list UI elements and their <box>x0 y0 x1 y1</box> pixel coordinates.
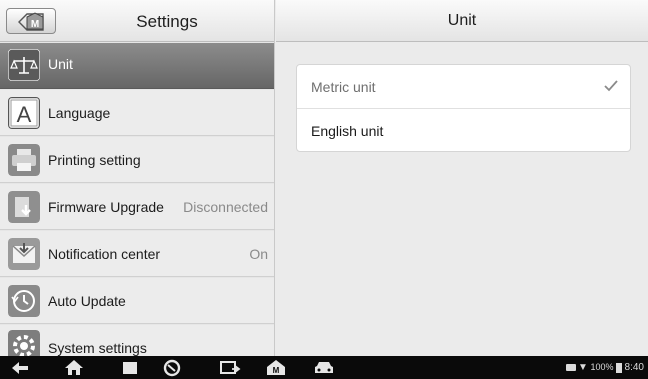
sidebar-item-label: Unit <box>48 56 73 72</box>
option-label: Metric unit <box>311 79 376 95</box>
sidebar-item-label: Firmware Upgrade <box>48 199 164 215</box>
unit-panel: Unit Metric unit English unit <box>276 0 648 356</box>
sidebar-item-firmware-upgrade[interactable]: Firmware Upgrade Disconnected <box>0 184 274 230</box>
option-label: English unit <box>311 123 384 139</box>
wifi-icon: ▼ <box>578 362 588 374</box>
home-icon[interactable] <box>62 358 86 377</box>
maxisys-home-icon: M <box>18 12 44 31</box>
letter-a-icon: A <box>8 97 40 129</box>
sidebar-item-label: Auto Update <box>48 293 126 309</box>
sidebar-item-label: Notification center <box>48 246 161 262</box>
sidebar-item-label: Language <box>48 105 111 121</box>
printer-icon <box>8 144 40 176</box>
option-english-unit[interactable]: English unit <box>297 109 630 153</box>
svg-text:A: A <box>17 102 32 127</box>
system-navbar: M ▼ 100% 8:40 <box>0 356 648 379</box>
svg-text:M: M <box>273 366 280 375</box>
notification-status-value: On <box>249 246 268 262</box>
settings-sidebar: M Settings Unit A Language Printing sett… <box>0 0 275 356</box>
sidebar-header: M Settings <box>0 0 274 42</box>
sidebar-item-unit[interactable]: Unit <box>0 43 274 89</box>
sidebar-item-system-settings[interactable]: System settings <box>0 325 274 356</box>
status-area: ▼ 100% 8:40 <box>565 356 644 379</box>
sidebar-item-notification-center[interactable]: Notification center On <box>0 231 274 277</box>
checkmark-icon <box>604 80 618 92</box>
car-icon[interactable] <box>312 358 336 377</box>
home-button[interactable]: M <box>6 8 56 34</box>
sidebar-item-label: Printing setting <box>48 152 141 168</box>
chat-icon <box>565 364 576 372</box>
screenshot-icon[interactable] <box>218 358 242 377</box>
maxisys-home-icon[interactable]: M <box>264 358 288 377</box>
unit-options-list: Metric unit English unit <box>296 64 631 152</box>
sidebar-title: Settings <box>136 12 198 31</box>
clock-time: 8:40 <box>624 362 644 374</box>
sidebar-item-language[interactable]: A Language <box>0 90 274 136</box>
scale-icon <box>8 49 40 81</box>
sidebar-item-label: System settings <box>48 340 147 356</box>
gear-icon <box>8 330 40 356</box>
battery-icon <box>616 362 623 373</box>
firmware-status-value: Disconnected <box>183 199 268 215</box>
battery-percent: 100% <box>590 362 614 373</box>
sidebar-item-printing-setting[interactable]: Printing setting <box>0 137 274 183</box>
firmware-download-icon <box>8 191 40 223</box>
browser-icon[interactable] <box>160 358 184 377</box>
recent-apps-icon[interactable] <box>118 358 142 377</box>
option-metric-unit[interactable]: Metric unit <box>297 65 630 109</box>
notification-icon <box>8 238 40 270</box>
back-icon[interactable] <box>8 358 32 377</box>
sidebar-item-auto-update[interactable]: Auto Update <box>0 278 274 324</box>
panel-title: Unit <box>276 0 648 42</box>
clock-update-icon <box>8 285 40 317</box>
home-icon-letter: M <box>31 19 39 30</box>
